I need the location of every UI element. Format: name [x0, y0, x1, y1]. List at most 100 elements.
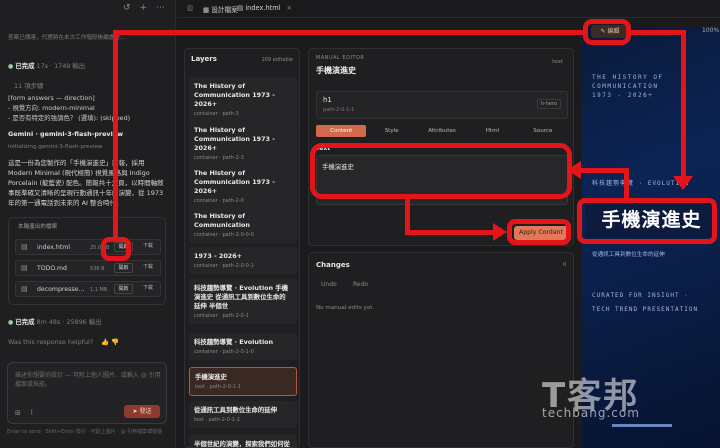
files-header: 本輪產出的檔案 — [18, 224, 58, 230]
annotation-open-circle — [101, 237, 131, 261]
editor-header: MANUAL EDITOR — [316, 55, 365, 61]
done-row-1: ● 已完成 17s · 1749 輸出 — [8, 62, 85, 71]
history-icon[interactable]: ↺ — [123, 3, 131, 13]
download-button[interactable]: 下載 — [138, 263, 158, 273]
file-row[interactable]: ▤ index.html 25.0 KB 開啟 下載 — [15, 239, 161, 255]
model-line: Gemini · gemini-3-flash-preview — [8, 130, 124, 138]
layer-item[interactable]: The History of Communication 1973 - 2026… — [189, 77, 297, 122]
layer-item[interactable]: 1973 - 2026+ container · path-2-0-0-1 — [189, 247, 297, 274]
more-icon[interactable]: ⋯ — [156, 3, 165, 13]
annotation-arrow-left — [567, 161, 581, 179]
layers-count: 209 editable — [261, 57, 293, 63]
layer-item-selected[interactable]: 手機演進史 text · path-2-0-1-1 — [189, 367, 297, 396]
input-footer: Enter to send · Shift+Enter 換行 · 可貼上圖片 ·… — [7, 429, 163, 435]
send-button[interactable]: ➤ 發送 — [124, 405, 160, 418]
changes-count: 0 — [562, 262, 566, 268]
annotation-line-top — [113, 30, 583, 35]
tab-source[interactable]: Source — [518, 125, 568, 137]
layer-item[interactable]: The History of Communication container · … — [189, 207, 297, 243]
tab-html[interactable]: Html — [467, 125, 517, 137]
watermark: T客邦 techbang.com — [542, 368, 712, 426]
undo-button[interactable]: Undo — [321, 281, 337, 288]
send-label: 發送 — [139, 408, 152, 415]
annotation-line-down — [681, 30, 686, 180]
helpful-text: Was this response helpful? — [8, 338, 94, 346]
files-box: 本輪產出的檔案 ▤ index.html 25.0 KB 開啟 下載 ▤ TOD… — [8, 217, 166, 305]
file-icon: ▤ — [21, 243, 28, 251]
panel-toggle-icon[interactable]: ▥ — [187, 4, 193, 12]
layer-title: 1973 - 2026+ — [194, 252, 243, 260]
layer-sub: text · path-2-0-1-2 — [194, 417, 240, 423]
paperclip-icon[interactable]: ⌇ — [30, 409, 33, 417]
layer-title: 手機演進史 — [195, 373, 227, 381]
chat-toolbar: ↺ + ⋯ — [123, 3, 165, 13]
layer-sub: container · path-2-0-0-1 — [194, 263, 254, 269]
preview-subtitle: 從通訊工具到數位生命的延伸 — [592, 252, 665, 258]
element-tag: h1 — [323, 96, 332, 104]
layer-item[interactable]: 科技趨勢導覽 · Evolution container · path-2-0-1… — [189, 333, 297, 360]
layer-sub: container · path-2-0-0-0 — [194, 232, 254, 238]
zoom-level[interactable]: 100% — [702, 27, 719, 34]
layer-title: 半個世紀的演變，探索我們如何從 — [194, 440, 290, 448]
annotation-arrow-down — [673, 176, 693, 190]
layer-item[interactable]: 半個世紀的演變，探索我們如何從 — [189, 435, 297, 448]
class-badge: h-hero — [536, 99, 561, 109]
download-button[interactable]: 下載 — [138, 242, 158, 252]
layers-title: Layers — [191, 55, 217, 63]
annotation-arrow-right — [493, 223, 507, 241]
changes-title: Changes — [316, 261, 350, 269]
attach-icon[interactable]: ⊞ — [15, 409, 21, 417]
layer-title: 科技趨勢導覽 · Evolution — [194, 338, 274, 346]
done-meta: 17s · 1749 輸出 — [36, 62, 86, 70]
annotation-line-right — [631, 30, 686, 35]
open-button[interactable]: 開啟 — [114, 284, 133, 294]
close-icon[interactable]: × — [286, 4, 292, 12]
tab-content[interactable]: Content — [316, 125, 367, 137]
tab-label: index.html — [245, 4, 281, 12]
tab-bar: ▥ ▦ 設計檔案 ▤ index.html × — [177, 0, 720, 18]
plus-icon[interactable]: + — [139, 3, 147, 13]
layer-item[interactable]: 從通訊工具到數位生命的延伸 text · path-2-0-1-2 — [189, 401, 297, 428]
thumbs-down-icon[interactable]: 👎 — [111, 338, 119, 346]
layer-item[interactable]: 科技趨勢導覽 · Evolution 手機演進史 從通訊工具到數位生命的延伸 半… — [189, 279, 297, 324]
annotation-line-down2 — [405, 196, 410, 234]
chat-panel: ↺ + ⋯ 答案已傳達，代理將在本次工作階段後續處理… ● 已完成 17s · … — [0, 0, 176, 448]
annotation-apply-box — [507, 219, 571, 245]
layer-item[interactable]: The History of Communication 1973 - 2026… — [189, 121, 297, 166]
done-row-2: ● 已完成 8m 48s · 25896 輸出 — [8, 318, 102, 327]
annotation-title-box — [577, 198, 717, 244]
layer-item[interactable]: The History of Communication 1973 - 2026… — [189, 164, 297, 209]
steps-label[interactable]: 11 項步驟 — [14, 82, 43, 91]
response-paragraph: 這是一份為您製作的「手機演進史」簡報，採用 Modern Minimal (現代… — [8, 159, 164, 207]
tab-design-files[interactable]: ▦ 設計檔案 — [203, 4, 238, 14]
layer-title: 科技趨勢導覽 · Evolution 手機演進史 從通訊工具到數位生命的延伸 半… — [194, 284, 289, 310]
chat-input[interactable]: 描述你想要的設計 — 可附上他人圖片、或輸入 @ 引用檔案或技能。 ⊞ ⌇ ➤ … — [7, 362, 167, 424]
annotation-text-box — [310, 143, 572, 199]
layers-panel: Layers 209 editable The History of Commu… — [184, 48, 300, 448]
tab-attributes[interactable]: Attributes — [417, 125, 467, 137]
layer-title: The History of Communication — [194, 212, 250, 229]
tab-style[interactable]: Style — [366, 125, 416, 137]
file-row[interactable]: ▤ TODO.md 536 B 開啟 下載 — [15, 260, 161, 276]
tab-index-html[interactable]: ▤ index.html × — [237, 4, 292, 12]
editor-title: 手機演進史 — [316, 66, 356, 75]
preview-line1: THE HISTORY OF — [592, 74, 664, 81]
form-line-3: - 是否有特定的強調色？ (選填): (skipped) — [8, 114, 131, 122]
annotation-edit-box — [583, 19, 631, 45]
form-line-1: [form answers — direction] — [8, 94, 95, 102]
preview-line3: 1973 - 2026+ — [592, 92, 654, 99]
file-name: TODO.md — [37, 265, 67, 272]
thumbs-up-icon[interactable]: 👍 — [101, 338, 109, 346]
download-button[interactable]: 下載 — [138, 284, 158, 294]
preview-line2: COMMUNICATION — [592, 83, 659, 90]
redo-button[interactable]: Redo — [353, 281, 368, 288]
annotation-line-right2 — [405, 230, 495, 235]
layer-sub: text · path-2-0-1-1 — [195, 384, 241, 390]
file-name: decompresse… — [37, 286, 85, 293]
open-button[interactable]: 開啟 — [114, 263, 133, 273]
check-icon: ● — [8, 319, 14, 326]
file-size: 1.1 MB — [90, 287, 108, 293]
chat-input-placeholder: 描述你想要的設計 — 可附上他人圖片、或輸入 @ 引用檔案或技能。 — [15, 372, 161, 388]
file-name: index.html — [37, 244, 70, 251]
file-row[interactable]: ▤ decompresse… 1.1 MB 開啟 下載 — [15, 281, 161, 297]
